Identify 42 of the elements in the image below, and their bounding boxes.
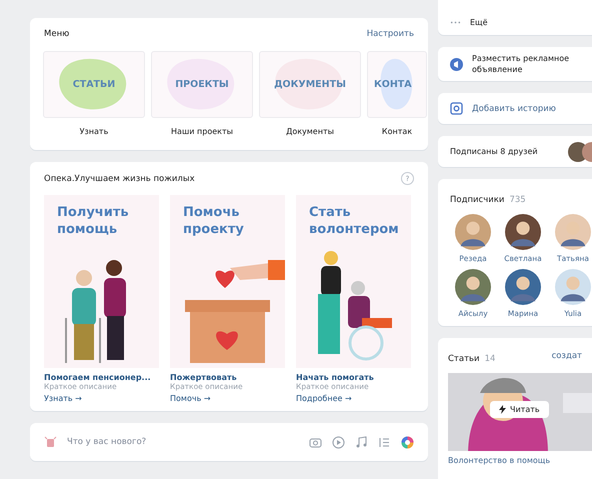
story-card[interactable]: Добавить историю [438, 93, 592, 124]
card-title[interactable]: Начать помогать [296, 373, 411, 382]
camera-icon[interactable] [309, 436, 322, 448]
ad-link: Разместить рекламное объявление [472, 53, 570, 75]
post-input[interactable]: Что у вас нового? [67, 437, 299, 447]
card-heading: Помочь проекту [182, 204, 245, 238]
menu-tile[interactable]: ПРОЕКТЫ [151, 51, 253, 118]
card-title[interactable]: Помогаем пенсионер... [44, 373, 159, 382]
friends-text: Подписаны 8 друзей [450, 146, 538, 157]
color-wheel-icon[interactable] [401, 436, 414, 448]
card-link[interactable]: Узнать → [44, 394, 159, 403]
configure-link[interactable]: Настроить [366, 29, 414, 39]
create-link[interactable]: создат [552, 350, 582, 360]
card-link[interactable]: Помочь → [170, 394, 285, 403]
widget-title: Опека.Улучшаем жизнь пожилых [44, 174, 195, 184]
articles-title: Статьи [448, 354, 480, 364]
ad-card[interactable]: Разместить рекламное объявление [438, 47, 592, 81]
megaphone-icon [450, 58, 463, 70]
tile-label: Контак [382, 127, 412, 136]
tile-label: Документы [286, 127, 334, 136]
lightning-icon [499, 405, 506, 414]
music-icon[interactable] [355, 436, 368, 448]
card-link[interactable]: Подробнее → [296, 394, 411, 403]
tile-label: Наши проекты [171, 127, 233, 136]
section-title: Меню [44, 29, 70, 39]
friends-card[interactable]: Подписаны 8 друзей [438, 136, 592, 167]
list-icon[interactable] [378, 436, 391, 448]
card-heading: Стать волонтером [308, 204, 400, 238]
tile-label: Узнать [80, 127, 108, 136]
camera-icon [450, 102, 463, 115]
read-button[interactable]: Читать [490, 401, 549, 418]
article-title[interactable]: Волонтерство в помощь [448, 456, 592, 465]
more-link[interactable]: Ещё [470, 17, 488, 28]
card-title[interactable]: Пожертвовать [170, 373, 285, 382]
followers-title: Подписчики [450, 195, 504, 205]
articles-count: 14 [484, 354, 496, 364]
story-link: Добавить историю [472, 104, 556, 114]
card-heading: Получить помощь [56, 204, 130, 238]
menu-tile[interactable]: КОНТА [367, 51, 427, 118]
play-icon[interactable] [332, 436, 345, 448]
menu-tile[interactable]: ДОКУМЕНТЫ [259, 51, 361, 118]
followers-count: 735 [509, 195, 526, 205]
